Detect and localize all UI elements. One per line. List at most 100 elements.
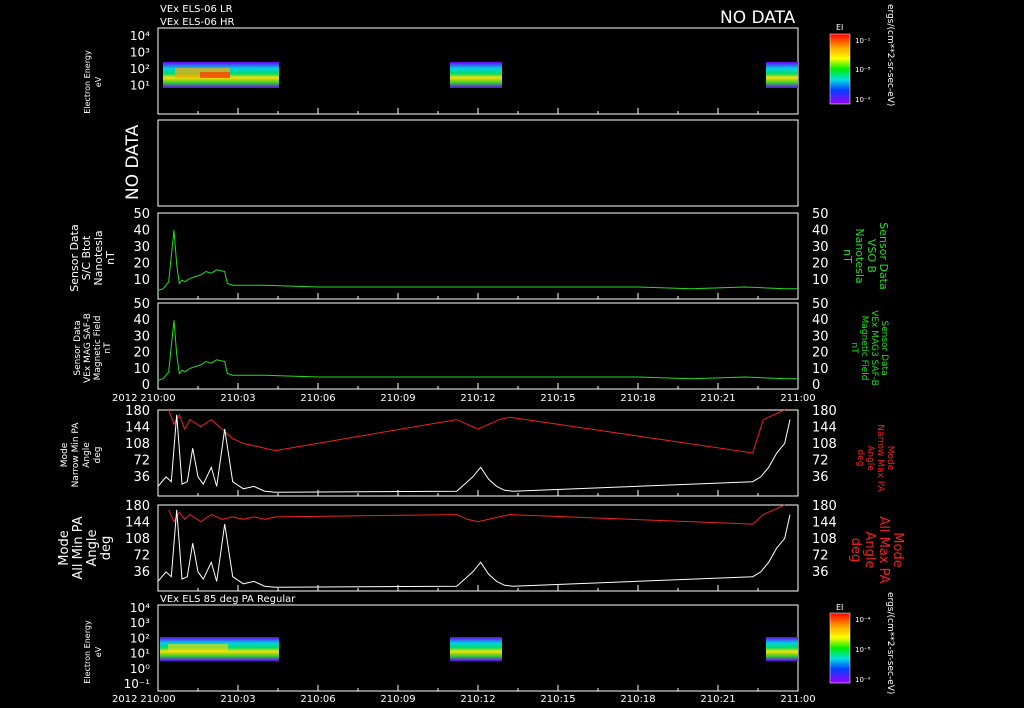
colorbar-bottom-unit: ergs/(cm**2-sr-sec-eV) xyxy=(885,592,895,694)
x-year-bottom: 2012 xyxy=(112,694,137,705)
y-tick-label: 10⁴ xyxy=(130,601,150,615)
narrow-max-pa-line xyxy=(168,409,785,454)
header-line-2: VEx ELS-06 HR xyxy=(160,17,235,28)
x-tick-label: 210:00 xyxy=(140,393,175,404)
narrow-min-pa-line xyxy=(157,414,791,493)
x-tick-label: 210:00 xyxy=(140,694,175,705)
all-ylabel-4: deg xyxy=(99,536,114,561)
all-rlabel-1: Mode xyxy=(890,532,905,567)
y-tick-label: 20 xyxy=(812,257,829,272)
y-tick-label: 36 xyxy=(133,565,150,580)
all-ylabel-2: All Min PA xyxy=(71,516,86,579)
y-tick-label: 40 xyxy=(133,313,150,328)
els-ylabel-1: Electron Energy xyxy=(83,50,92,114)
narrow-rlabel-1: Mode xyxy=(885,446,895,471)
narrow-rlabel-2: Narrow Max PA xyxy=(875,424,885,492)
x-tick-label: 210:15 xyxy=(540,694,575,705)
y-tick-label: 30 xyxy=(133,329,150,344)
colorbar-bottom-title: EI xyxy=(836,603,843,612)
mag-ylabel-2: VEx MAG SAF-B xyxy=(83,313,93,383)
els85-ylabel-2: eV xyxy=(94,646,103,657)
y-tick-label: 40 xyxy=(812,313,829,328)
y-tick-label: 50 xyxy=(133,297,150,312)
x-tick-label: 210:03 xyxy=(220,393,255,404)
panel-narrow-pa-frame xyxy=(157,409,799,497)
y-tick-label: 50 xyxy=(133,207,150,222)
x-tick-label: 210:09 xyxy=(380,393,415,404)
y-tick-label: 30 xyxy=(133,240,150,255)
y-tick-label: 50 xyxy=(812,297,829,312)
y-tick-label: 72 xyxy=(133,549,150,564)
y-tick-label: 36 xyxy=(133,470,150,485)
els85-title: VEx ELS 85 deg PA Regular xyxy=(160,594,296,605)
all-rlabel-3: Angle xyxy=(862,532,877,569)
mag-ylabel-4: nT xyxy=(103,342,113,354)
mag-series-line xyxy=(157,320,798,381)
all-rlabel-4: deg xyxy=(848,538,863,563)
y-tick-label: 10³ xyxy=(130,616,150,630)
y-tick-label: 72 xyxy=(812,549,829,564)
x-tick-label: 210:21 xyxy=(700,694,735,705)
els85-spectrogram xyxy=(160,637,798,661)
y-tick-label: 144 xyxy=(125,516,150,531)
narrow-rlabel-4: deg xyxy=(855,450,865,467)
y-tick-label: 10 xyxy=(812,273,829,288)
x-year-mid: 2012 xyxy=(112,393,137,404)
x-tick-label: 210:06 xyxy=(300,694,335,705)
mag-ylabel-1: Sensor Data xyxy=(73,320,83,375)
y-tick-label: 36 xyxy=(812,565,829,580)
all-rlabel-2: All Max PA xyxy=(876,516,891,583)
y-tick-label: 72 xyxy=(133,454,150,469)
y-tick-label: 10⁻¹ xyxy=(124,677,151,691)
mag-rlabel-1: Sensor Data xyxy=(879,320,889,375)
y-tick-label: 10 xyxy=(812,362,829,377)
x-tick-label: 210:21 xyxy=(700,393,735,404)
y-tick-label: 144 xyxy=(812,516,837,531)
x-tick-label: 210:06 xyxy=(300,393,335,404)
y-tick-label: 10⁰ xyxy=(130,662,150,676)
y-tick-label: 40 xyxy=(812,224,829,239)
no-data-top: NO DATA xyxy=(720,8,796,28)
y-tick-label: 144 xyxy=(125,421,150,436)
x-tick-label: 210:18 xyxy=(620,694,655,705)
colorbar-top-tick-2: 10⁻⁸ xyxy=(855,66,871,74)
x-tick-label: 210:03 xyxy=(220,694,255,705)
narrow-rlabel-3: Angle xyxy=(865,445,875,471)
y-tick-label: 30 xyxy=(812,329,829,344)
x-tick-label: 210:12 xyxy=(460,393,495,404)
y-tick-label: 144 xyxy=(812,421,837,436)
colorbar-bottom-tick-1: 10⁻⁴ xyxy=(855,616,871,624)
y-tick-label: 108 xyxy=(812,532,837,547)
y-tick-label: 180 xyxy=(812,499,837,514)
x-tick-label: 210:12 xyxy=(460,694,495,705)
btot-ylabel-4: nT xyxy=(104,251,117,265)
y-tick-label: 10² xyxy=(130,631,150,645)
y-tick-label: 36 xyxy=(812,470,829,485)
btot-rlabel-4: nT xyxy=(841,249,854,263)
panel-btot-frame xyxy=(157,212,799,300)
y-tick-label: 108 xyxy=(812,437,837,452)
x-tick-label: 210:09 xyxy=(380,694,415,705)
y-tick-label: 10¹ xyxy=(130,79,150,93)
colorbar-top-title: EI xyxy=(836,23,843,32)
narrow-ylabel-3: Angle xyxy=(82,442,92,468)
x-tick-label: 211:00 xyxy=(780,694,815,705)
y-tick-label: 20 xyxy=(133,346,150,361)
y-tick-label: 180 xyxy=(812,404,837,419)
narrow-ylabel-4: deg xyxy=(93,447,103,464)
y-tick-label: 10³ xyxy=(130,46,150,60)
y-tick-label: 30 xyxy=(812,240,829,255)
panel-empty-frame xyxy=(157,119,799,207)
mag-rlabel-3: Magnetic Field xyxy=(859,316,869,381)
panel-all-pa-frame xyxy=(157,504,799,592)
colorbar-bottom-tick-3: 10⁻⁹ xyxy=(855,676,871,684)
mag-ylabel-3: Magnetic Field xyxy=(93,316,103,381)
y-tick-label: 40 xyxy=(133,224,150,239)
y-tick-label: 50 xyxy=(812,207,829,222)
y-tick-label: 0 xyxy=(812,378,820,393)
y-tick-label: 10 xyxy=(133,273,150,288)
y-tick-label: 108 xyxy=(125,437,150,452)
mag-rlabel-2: VEx MAG3 SAF-B xyxy=(869,310,879,386)
y-tick-label: 180 xyxy=(125,499,150,514)
header-line-1: VEx ELS-06 LR xyxy=(160,4,233,15)
